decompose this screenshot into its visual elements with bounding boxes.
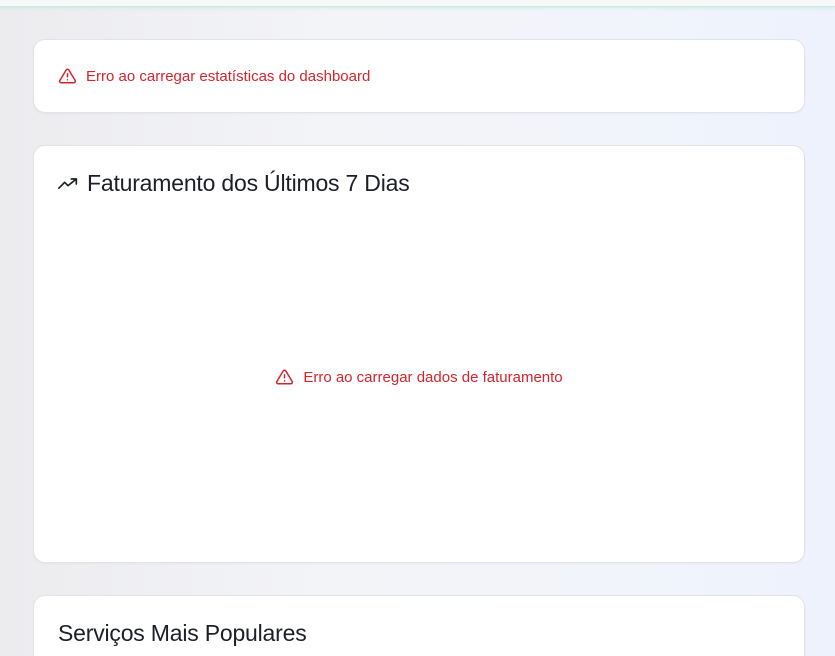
popular-services-title: Serviços Mais Populares xyxy=(58,620,307,647)
alert-triangle-icon xyxy=(58,67,77,85)
trending-up-icon xyxy=(58,177,78,191)
stats-error-card: Erro ao carregar estatísticas do dashboa… xyxy=(33,39,805,113)
revenue-title-text: Faturamento dos Últimos 7 Dias xyxy=(87,170,410,196)
top-header-strip xyxy=(0,0,835,7)
revenue-card: Faturamento dos Últimos 7 Dias Erro ao c… xyxy=(33,145,805,563)
revenue-error-text: Erro ao carregar dados de faturamento xyxy=(303,368,563,386)
revenue-error-message-row: Erro ao carregar dados de faturamento xyxy=(34,368,804,386)
stats-error-message-row: Erro ao carregar estatísticas do dashboa… xyxy=(58,67,370,85)
alert-triangle-icon xyxy=(275,368,294,386)
stats-error-text: Erro ao carregar estatísticas do dashboa… xyxy=(86,67,371,85)
revenue-card-title: Faturamento dos Últimos 7 Dias xyxy=(58,170,410,197)
popular-services-title-text: Serviços Mais Populares xyxy=(58,620,307,646)
popular-services-card: Serviços Mais Populares xyxy=(33,595,805,656)
